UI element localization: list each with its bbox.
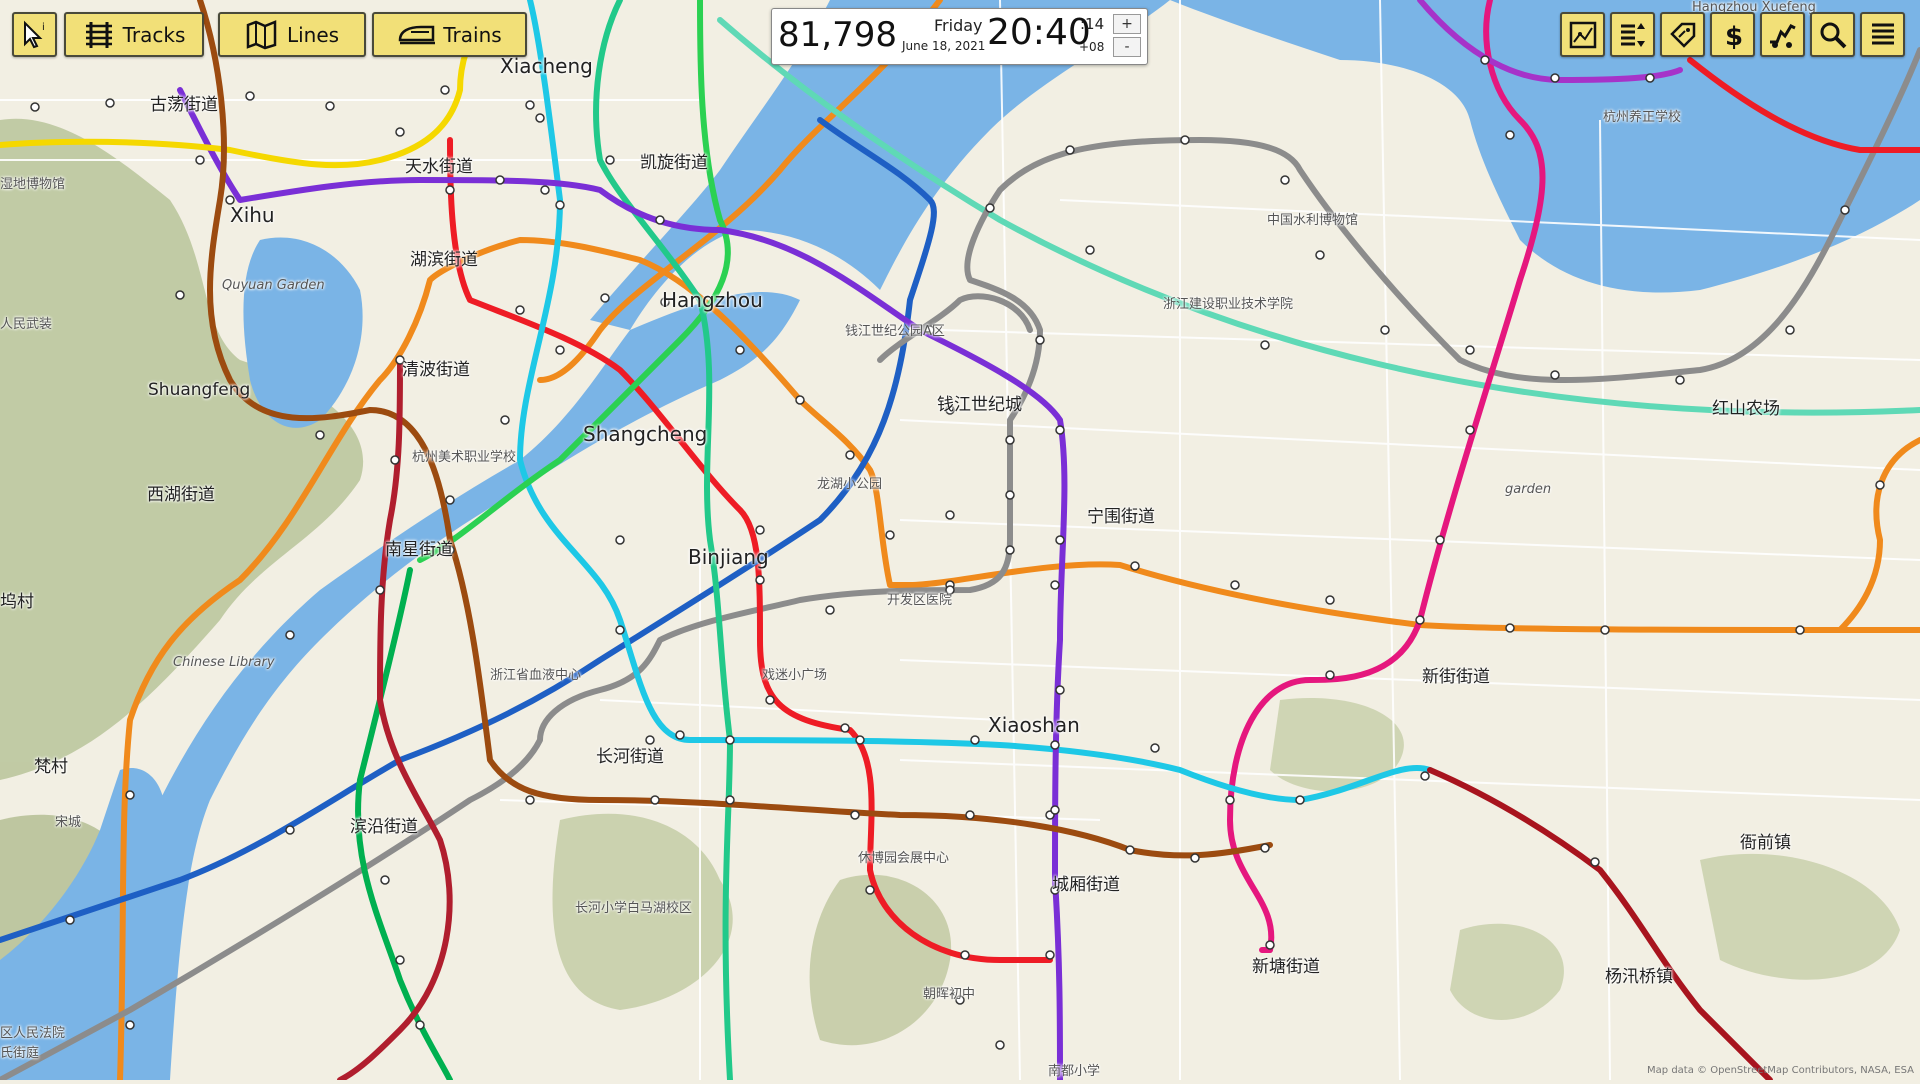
- label-chengxiang: 城厢街道: [1052, 875, 1120, 895]
- label-blood-center: 浙江省血液中心: [490, 668, 582, 683]
- label-yangzheng-school: 杭州养正学校: [1603, 110, 1682, 125]
- seconds-label: :14: [1080, 15, 1105, 33]
- lines-map-icon: [246, 19, 277, 49]
- trains-button[interactable]: Trains: [372, 12, 527, 57]
- map-canvas[interactable]: Xiacheng 古荡街道 天水街道 凯旋街道 Xihu 湖滨街道 Hangzh…: [0, 0, 1920, 1083]
- label-ningwei: 宁围街道: [1087, 507, 1155, 527]
- construction-button[interactable]: [1760, 12, 1805, 57]
- label-binyan: 滨沿街道: [350, 817, 418, 837]
- label-xiacheng: Xiacheng: [500, 54, 593, 78]
- lines-button[interactable]: Lines: [218, 12, 366, 57]
- cursor-info-icon: i: [23, 20, 45, 48]
- label-xihu: Xihu: [230, 203, 275, 227]
- label-renmin-wuzhuang: 人民武装: [0, 317, 53, 332]
- timezone-label: +08: [1079, 40, 1105, 54]
- label-xiaoshan: Xiaoshan: [988, 713, 1080, 737]
- label-expo-center: 休博园会展中心: [858, 851, 950, 866]
- train-icon: [399, 25, 436, 44]
- label-tianshui: 天水街道: [405, 157, 473, 177]
- label-art-school: 杭州美术职业学校: [412, 450, 517, 465]
- label-xinjie: 新街街道: [1422, 667, 1490, 687]
- score-value: 81,798: [778, 15, 897, 55]
- label-hangzhou: Hangzhou: [662, 288, 763, 312]
- svg-text:$: $: [1725, 22, 1743, 50]
- search-icon: [1820, 22, 1846, 48]
- select-tool-button[interactable]: i: [12, 12, 57, 57]
- label-water-museum: 中国水利博物馆: [1267, 213, 1359, 228]
- label-qingbo: 清波街道: [402, 360, 470, 380]
- map-attribution: Map data © OpenStreetMap Contributors, N…: [1647, 1065, 1914, 1076]
- day-label: Friday: [934, 16, 983, 35]
- label-wucun: 坞村: [0, 592, 34, 612]
- label-nandu-school: 南都小学: [1048, 1064, 1101, 1079]
- label-quyuan-garden: Quyuan Garden: [222, 278, 325, 293]
- map-layers-icon: [1569, 21, 1596, 48]
- label-wetland-museum: 湿地博物馆: [0, 177, 66, 192]
- trains-label: Trains: [443, 22, 502, 47]
- construction-icon: [1769, 23, 1796, 48]
- label-construction-college: 浙江建设职业技术学院: [1163, 297, 1294, 312]
- label-fancun: 梵村: [34, 757, 68, 777]
- label-court: 区人民法院: [0, 1026, 66, 1041]
- menu-button[interactable]: [1860, 12, 1905, 57]
- speed-down-button[interactable]: -: [1113, 37, 1141, 57]
- label-kaixuan: 凯旋街道: [640, 153, 708, 173]
- sort-list-icon: [1620, 22, 1645, 47]
- label-yangxunqiao: 杨汛桥镇: [1605, 967, 1673, 987]
- label-xintang: 新塘街道: [1252, 957, 1320, 977]
- label-gudang: 古荡街道: [150, 95, 218, 115]
- label-qianjiang-city: 钱江世纪城: [937, 395, 1022, 415]
- tracks-icon: [85, 21, 112, 48]
- label-xihu-street: 西湖街道: [147, 485, 215, 505]
- map-svg[interactable]: [0, 0, 1920, 1083]
- label-binjiang: Binjiang: [688, 545, 769, 569]
- label-zhaohui-school: 朝晖初中: [923, 987, 976, 1002]
- speed-up-button[interactable]: +: [1113, 14, 1141, 34]
- dollar-icon: $: [1725, 22, 1743, 50]
- label-songcheng: 宋城: [55, 815, 82, 830]
- time-label: 20:40: [987, 12, 1091, 53]
- label-hongshan-farm: 红山农场: [1712, 399, 1780, 419]
- clock-panel: 81,798 Friday June 18, 2021 20:40 :14 +0…: [771, 8, 1148, 65]
- label-court-2: 氏街庭: [0, 1046, 40, 1061]
- label-qianjiang-park: 钱江世纪公园A区: [845, 324, 945, 339]
- label-chinese-library: Chinese Library: [173, 655, 275, 670]
- tracks-button[interactable]: Tracks: [64, 12, 204, 57]
- label-nanxing: 南星街道: [385, 540, 453, 560]
- label-yaqian: 衙前镇: [1740, 833, 1791, 853]
- tag-icon: [1669, 22, 1695, 48]
- search-button[interactable]: [1810, 12, 1855, 57]
- lines-label: Lines: [286, 22, 340, 47]
- sort-button[interactable]: [1610, 12, 1655, 57]
- label-changhe-school: 长河小学白马湖校区: [575, 901, 693, 916]
- label-kaifaqu-hospital: 开发区医院: [887, 593, 953, 608]
- menu-icon: [1871, 23, 1894, 44]
- label-shuangfeng: Shuangfeng: [148, 380, 251, 400]
- label-changhe: 长河街道: [596, 747, 664, 767]
- label-longhu-park: 龙湖小公园: [817, 477, 883, 492]
- label-shangcheng: Shangcheng: [583, 422, 708, 446]
- tag-button[interactable]: [1660, 12, 1705, 57]
- svg-text:i: i: [42, 22, 45, 33]
- tracks-label: Tracks: [122, 22, 186, 47]
- date-label: June 18, 2021: [902, 39, 986, 53]
- label-garden: garden: [1505, 482, 1552, 497]
- label-hubin: 湖滨街道: [410, 250, 478, 270]
- label-ximi-square: 戏迷小广场: [762, 668, 828, 683]
- finance-button[interactable]: $: [1710, 12, 1755, 57]
- map-layers-button[interactable]: [1560, 12, 1605, 57]
